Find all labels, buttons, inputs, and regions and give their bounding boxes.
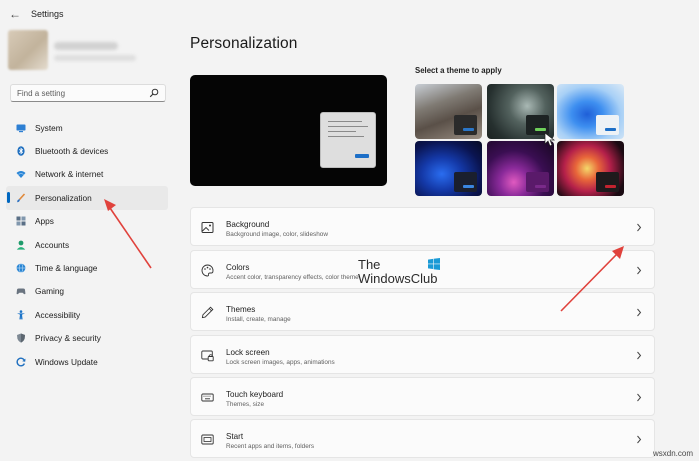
sidebar-item-label: Privacy & security xyxy=(35,333,101,344)
sidebar-item-label: Personalization xyxy=(35,192,92,203)
sidebar-item-time-language[interactable]: Time & language xyxy=(6,256,168,279)
watermark-line2: WindowsClub xyxy=(358,271,438,286)
accounts-icon xyxy=(16,240,26,250)
app-title: Settings xyxy=(31,9,64,19)
page-title: Personalization xyxy=(190,35,298,52)
theme-preview xyxy=(190,75,387,186)
sidebar-item-system[interactable]: System xyxy=(6,116,168,139)
sidebar-item-label: Bluetooth & devices xyxy=(35,146,109,157)
site-watermark: wsxdn.com xyxy=(652,449,693,458)
back-arrow-icon[interactable]: ← xyxy=(9,7,21,21)
accessibility-icon xyxy=(16,310,26,320)
start-icon xyxy=(201,434,214,445)
sidebar-nav: System Bluetooth & devices Network & int… xyxy=(6,116,168,373)
search-input[interactable] xyxy=(17,87,147,100)
card-subtitle: Lock screen images, apps, animations xyxy=(226,359,335,366)
sidebar-item-label: Windows Update xyxy=(35,356,98,367)
sidebar-item-privacy-security[interactable]: Privacy & security xyxy=(6,327,168,350)
card-subtitle: Recent apps and items, folders xyxy=(226,443,315,450)
title-bar: ← Settings xyxy=(0,0,699,28)
sidebar-item-accessibility[interactable]: Accessibility xyxy=(6,303,168,326)
card-title: Background xyxy=(226,220,270,229)
sidebar-item-label: Apps xyxy=(35,216,54,227)
chevron-right-icon xyxy=(637,351,642,360)
sidebar-item-label: Time & language xyxy=(35,263,98,274)
palette-icon xyxy=(201,264,214,277)
search-box[interactable] xyxy=(10,84,166,102)
sidebar-item-personalization[interactable]: Personalization xyxy=(6,186,168,210)
card-background[interactable]: Background Background image, color, slid… xyxy=(190,207,655,246)
pen-icon xyxy=(201,306,214,319)
avatar xyxy=(8,30,48,70)
windows-logo-icon xyxy=(428,258,440,270)
card-start[interactable]: Start Recent apps and items, folders xyxy=(190,419,655,458)
bluetooth-icon xyxy=(16,146,26,156)
sidebar-item-windows-update[interactable]: Windows Update xyxy=(6,350,168,373)
profile-name-blurred xyxy=(54,42,118,50)
theme-thumbnail-forest[interactable] xyxy=(487,84,554,139)
theme-thumbnail-windows-dark[interactable] xyxy=(415,141,482,196)
sidebar-item-network[interactable]: Network & internet xyxy=(6,163,168,186)
profile-email-blurred xyxy=(54,55,136,61)
wifi-icon xyxy=(16,169,26,179)
card-title: Start xyxy=(226,432,244,441)
chevron-right-icon xyxy=(637,393,642,402)
theme-thumbnail-windows-light[interactable] xyxy=(557,84,624,139)
brush-icon xyxy=(16,193,26,203)
themes-label: Select a theme to apply xyxy=(415,66,502,75)
sidebar-item-bluetooth[interactable]: Bluetooth & devices xyxy=(6,139,168,162)
card-subtitle: Background image, color, slideshow xyxy=(226,231,328,238)
card-themes[interactable]: Themes Install, create, manage xyxy=(190,292,655,331)
sidebar-item-accounts[interactable]: Accounts xyxy=(6,233,168,256)
update-icon xyxy=(16,357,26,367)
sidebar-item-gaming[interactable]: Gaming xyxy=(6,280,168,303)
sidebar-item-label: Accessibility xyxy=(35,309,81,320)
chevron-right-icon xyxy=(637,266,642,275)
preview-window-thumbnail xyxy=(320,112,376,168)
user-profile[interactable] xyxy=(8,30,138,74)
shield-icon xyxy=(16,333,26,343)
sidebar-item-label: System xyxy=(35,122,63,133)
sidebar-item-apps[interactable]: Apps xyxy=(6,210,168,233)
theme-thumbnail-glow[interactable] xyxy=(487,141,554,196)
card-touch-keyboard[interactable]: Touch keyboard Themes, size xyxy=(190,377,655,416)
card-subtitle: Install, create, manage xyxy=(226,316,291,323)
theme-thumbnail-landscape[interactable] xyxy=(415,84,482,139)
watermark-line1: The xyxy=(358,257,381,272)
system-icon xyxy=(16,123,26,133)
card-subtitle: Accent color, transparency effects, colo… xyxy=(226,274,359,281)
card-title: Touch keyboard xyxy=(226,390,284,399)
chevron-right-icon xyxy=(637,223,642,232)
card-title: Lock screen xyxy=(226,348,270,357)
windowsclub-watermark: The WindowsClub xyxy=(358,257,448,289)
card-subtitle: Themes, size xyxy=(226,401,265,408)
chevron-right-icon xyxy=(637,308,642,317)
card-title: Colors xyxy=(226,263,250,272)
theme-thumbnail-captured-motion[interactable] xyxy=(557,141,624,196)
image-icon xyxy=(201,222,214,233)
sidebar-item-label: Network & internet xyxy=(35,169,104,180)
card-title: Themes xyxy=(226,305,256,314)
chevron-right-icon xyxy=(637,435,642,444)
sidebar-item-label: Gaming xyxy=(35,286,65,297)
sidebar-item-label: Accounts xyxy=(35,239,70,250)
globe-icon xyxy=(16,263,26,273)
search-icon[interactable] xyxy=(149,88,159,98)
lock-screen-icon xyxy=(201,350,214,362)
keyboard-icon xyxy=(201,393,214,402)
preview-accent-button xyxy=(355,154,369,158)
card-lock-screen[interactable]: Lock screen Lock screen images, apps, an… xyxy=(190,335,655,374)
gaming-icon xyxy=(16,286,26,296)
apps-icon xyxy=(16,216,26,226)
